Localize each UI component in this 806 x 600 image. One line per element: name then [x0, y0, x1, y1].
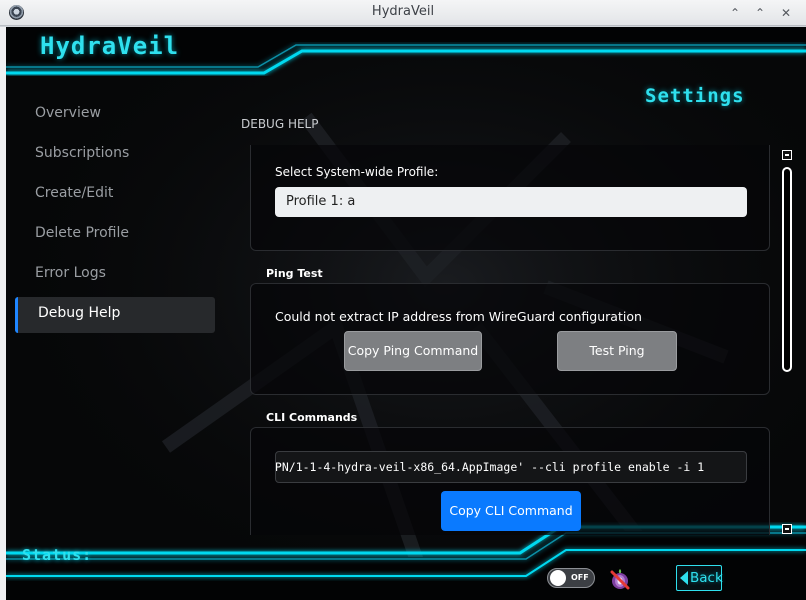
copy-ping-command-button[interactable]: Copy Ping Command — [344, 331, 482, 371]
window-titlebar: HydraVeil ⌃ ⌃ ✕ — [0, 0, 806, 26]
ping-test-card: Could not extract IP address from WireGu… — [250, 283, 770, 395]
ping-test-title: Ping Test — [266, 267, 323, 280]
test-ping-button[interactable]: Test Ping — [557, 331, 677, 371]
toggle-state-label: OFF — [571, 573, 589, 582]
back-button-label: Back — [690, 570, 723, 586]
settings-scroll-area[interactable]: Select System-wide Profile: Profile 1: a… — [250, 145, 773, 535]
back-button[interactable]: Back — [676, 565, 723, 591]
window-title: HydraVeil — [371, 4, 435, 19]
cli-commands-card: VPN/1-1-4-hydra-veil-x86_64.AppImage' --… — [250, 427, 770, 535]
profile-select-label: Select System-wide Profile: — [275, 165, 439, 179]
status-label: Status: — [22, 546, 93, 564]
ping-status-message: Could not extract IP address from WireGu… — [275, 309, 642, 324]
app-window: HydraVeil Settings Overview Subscription… — [6, 27, 806, 600]
scroll-down-button[interactable] — [782, 524, 792, 534]
scrollbar-thumb[interactable] — [782, 167, 792, 372]
cli-command-text: VPN/1-1-4-hydra-veil-x86_64.AppImage' --… — [275, 460, 705, 474]
tor-onion-disabled-icon[interactable] — [609, 566, 631, 590]
maximize-icon[interactable]: ⌃ — [751, 4, 769, 22]
cli-command-field[interactable]: VPN/1-1-4-hydra-veil-x86_64.AppImage' --… — [275, 451, 747, 483]
page-title: Settings — [645, 85, 745, 107]
sidebar-item-debug-help[interactable]: Debug Help — [15, 297, 215, 333]
profile-card: Select System-wide Profile: Profile 1: a — [250, 145, 770, 251]
connection-toggle[interactable]: OFF — [547, 568, 595, 588]
sidebar-item-create-edit[interactable]: Create/Edit — [15, 177, 215, 213]
sidebar-item-overview[interactable]: Overview — [15, 97, 215, 133]
section-title: DEBUG HELP — [241, 117, 319, 131]
sidebar-item-delete-profile[interactable]: Delete Profile — [15, 217, 215, 253]
sidebar-item-subscriptions[interactable]: Subscriptions — [15, 137, 215, 173]
copy-cli-command-button[interactable]: Copy CLI Command — [441, 491, 581, 531]
sidebar-nav: Overview Subscriptions Create/Edit Delet… — [15, 97, 215, 337]
back-arrow-icon — [680, 571, 688, 585]
cli-commands-title: CLI Commands — [266, 411, 358, 424]
sidebar-item-error-logs[interactable]: Error Logs — [15, 257, 215, 293]
toggle-knob — [550, 570, 566, 586]
close-icon[interactable]: ✕ — [777, 4, 795, 22]
app-logo: HydraVeil — [40, 32, 180, 60]
minimize-icon[interactable]: ⌃ — [726, 4, 744, 22]
scroll-up-button[interactable] — [782, 150, 792, 160]
profile-select[interactable]: Profile 1: a — [275, 187, 747, 217]
